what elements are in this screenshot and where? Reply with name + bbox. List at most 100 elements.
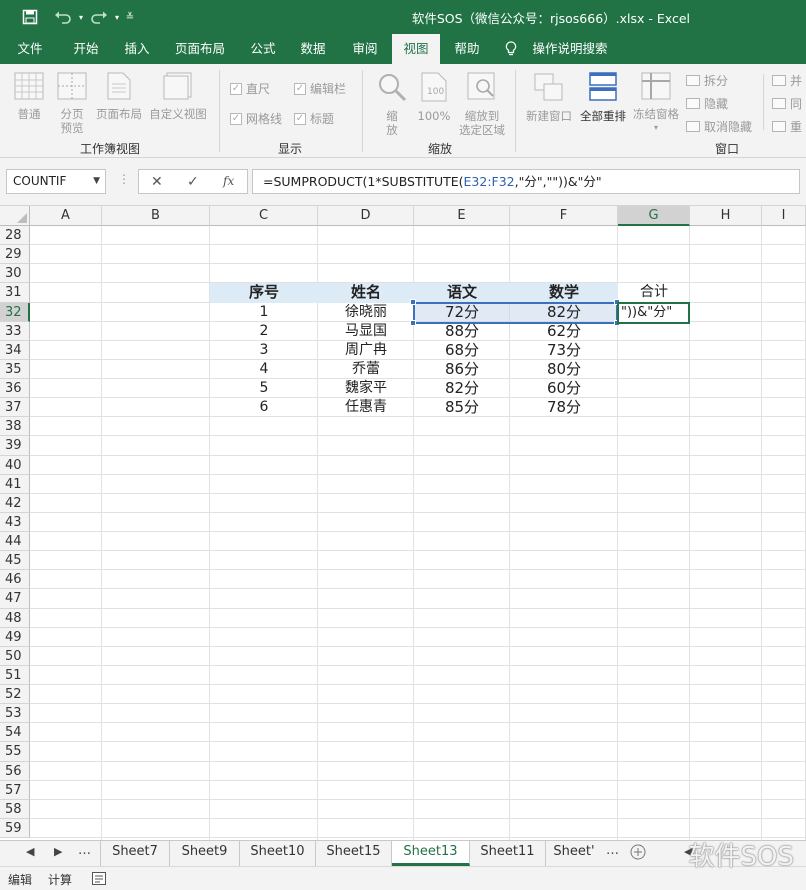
- row-header-58[interactable]: 58: [0, 799, 30, 819]
- row-header-29[interactable]: 29: [0, 245, 30, 265]
- tab-file[interactable]: 文件: [8, 34, 52, 64]
- table-cell[interactable]: 魏家平: [318, 379, 414, 398]
- column-header-i[interactable]: I: [762, 206, 806, 226]
- row-header-41[interactable]: 41: [0, 474, 30, 494]
- table-cell[interactable]: 4: [210, 360, 318, 379]
- table-cell[interactable]: 72分: [414, 303, 510, 322]
- row-header-40[interactable]: 40: [0, 455, 30, 475]
- table-cell[interactable]: 88分: [414, 322, 510, 341]
- arrange-all-button[interactable]: 全部重排: [577, 72, 629, 123]
- row-header-37[interactable]: 37: [0, 398, 30, 418]
- normal-view-button[interactable]: 普通: [8, 72, 50, 121]
- row-header-30[interactable]: 30: [0, 264, 30, 284]
- row-header-31[interactable]: 31: [0, 283, 30, 303]
- row-header-54[interactable]: 54: [0, 723, 30, 743]
- sheet-tab-sheet15[interactable]: Sheet15: [316, 841, 392, 866]
- ruler-checkbox[interactable]: ✓ 直尺: [230, 80, 270, 97]
- custom-views-button[interactable]: 自定义视图: [146, 72, 210, 121]
- row-header-39[interactable]: 39: [0, 436, 30, 456]
- table-cell[interactable]: 62分: [510, 322, 618, 341]
- scroll-left-icon[interactable]: ◀: [26, 845, 34, 858]
- row-header-47[interactable]: 47: [0, 589, 30, 609]
- table-cell[interactable]: 73分: [510, 341, 618, 360]
- row-header-45[interactable]: 45: [0, 551, 30, 571]
- view-side-by-side-button[interactable]: 并: [772, 72, 802, 89]
- reset-position-button[interactable]: 重: [772, 118, 802, 135]
- page-layout-view-button[interactable]: 页面布局: [93, 72, 145, 121]
- tab-data[interactable]: 数据: [290, 34, 336, 64]
- table-cell[interactable]: 6: [210, 398, 318, 417]
- table-cell[interactable]: 马显国: [318, 322, 414, 341]
- column-header-c[interactable]: C: [210, 206, 318, 226]
- table-cell[interactable]: 徐晓丽: [318, 303, 414, 322]
- row-header-38[interactable]: 38: [0, 417, 30, 437]
- tell-me-search[interactable]: 操作说明搜索: [528, 34, 612, 64]
- worksheet-grid[interactable]: ABCDEFGHI 28 29 30 31 32 33 34 35 36 37 38 39 40 41 42…: [0, 206, 806, 840]
- row-header-36[interactable]: 36: [0, 379, 30, 399]
- active-cell-g32[interactable]: "))&"分": [617, 302, 690, 324]
- column-header-g[interactable]: G: [618, 206, 690, 226]
- table-cell[interactable]: 80分: [510, 360, 618, 379]
- tab-view[interactable]: 视图: [392, 34, 440, 64]
- tab-page-layout[interactable]: 页面布局: [168, 34, 232, 64]
- sheet-tab-sheet7[interactable]: Sheet7: [100, 841, 170, 866]
- tab-formulas[interactable]: 公式: [240, 34, 286, 64]
- formula-bar-checkbox[interactable]: ✓ 编辑栏: [294, 80, 346, 97]
- row-header-55[interactable]: 55: [0, 742, 30, 762]
- row-header-44[interactable]: 44: [0, 532, 30, 552]
- tab-insert[interactable]: 插入: [114, 34, 160, 64]
- more-sheets-left-icon[interactable]: …: [78, 843, 91, 858]
- table-header-cell[interactable]: 姓名: [318, 283, 414, 302]
- tab-home[interactable]: 开始: [62, 34, 110, 64]
- split-button[interactable]: 拆分: [686, 72, 728, 89]
- table-header-cell[interactable]: 合计: [618, 283, 690, 302]
- row-header-48[interactable]: 48: [0, 608, 30, 628]
- table-cell[interactable]: 任惠青: [318, 398, 414, 417]
- column-header-a[interactable]: A: [30, 206, 102, 226]
- unhide-button[interactable]: 取消隐藏: [686, 118, 752, 135]
- row-header-32[interactable]: 32: [0, 302, 30, 322]
- row-header-34[interactable]: 34: [0, 340, 30, 360]
- sheet-tab-sheet11[interactable]: Sheet11: [470, 841, 546, 866]
- table-cell[interactable]: 2: [210, 322, 318, 341]
- tab-review[interactable]: 审阅: [342, 34, 388, 64]
- scroll-right-icon[interactable]: ▶: [54, 845, 62, 858]
- table-cell[interactable]: 5: [210, 379, 318, 398]
- row-header-28[interactable]: 28: [0, 226, 30, 246]
- insert-function-icon[interactable]: fx: [223, 174, 234, 188]
- row-header-59[interactable]: 59: [0, 818, 30, 838]
- more-sheets-right-icon[interactable]: …: [606, 843, 619, 858]
- enter-icon[interactable]: ✓: [187, 174, 199, 190]
- column-header-b[interactable]: B: [102, 206, 210, 226]
- table-cell[interactable]: 86分: [414, 360, 510, 379]
- table-cell[interactable]: 82分: [414, 379, 510, 398]
- table-cell[interactable]: 乔蕾: [318, 360, 414, 379]
- hide-button[interactable]: 隐藏: [686, 95, 728, 112]
- column-header-f[interactable]: F: [510, 206, 618, 226]
- row-header-50[interactable]: 50: [0, 646, 30, 666]
- sheet-tab-sheet9[interactable]: Sheet9: [170, 841, 240, 866]
- gridlines-checkbox[interactable]: ✓ 网格线: [230, 110, 282, 127]
- row-header-56[interactable]: 56: [0, 761, 30, 781]
- sheet-tab-partial[interactable]: Sheet': [546, 841, 602, 866]
- row-header-53[interactable]: 53: [0, 704, 30, 724]
- select-all-corner[interactable]: [0, 206, 30, 226]
- column-header-e[interactable]: E: [414, 206, 510, 226]
- column-header-d[interactable]: D: [318, 206, 414, 226]
- chevron-down-icon[interactable]: ▼: [93, 170, 100, 193]
- zoom-button[interactable]: 缩 放: [372, 72, 412, 137]
- table-cell[interactable]: 60分: [510, 379, 618, 398]
- formula-input[interactable]: =SUMPRODUCT(1*SUBSTITUTE(E32:F32,"分","")…: [252, 169, 800, 194]
- row-header-43[interactable]: 43: [0, 512, 30, 532]
- zoom-100-button[interactable]: 100 100%: [414, 72, 454, 123]
- table-cell[interactable]: 82分: [510, 303, 618, 322]
- macro-record-icon[interactable]: [92, 872, 106, 888]
- add-sheet-icon[interactable]: [630, 844, 646, 863]
- table-cell[interactable]: 3: [210, 341, 318, 360]
- table-cell[interactable]: 68分: [414, 341, 510, 360]
- cancel-icon[interactable]: ✕: [151, 174, 163, 190]
- more-options-icon[interactable]: ⋮: [118, 172, 130, 186]
- table-header-cell[interactable]: 数学: [510, 283, 618, 302]
- column-header-h[interactable]: H: [690, 206, 762, 226]
- row-header-49[interactable]: 49: [0, 627, 30, 647]
